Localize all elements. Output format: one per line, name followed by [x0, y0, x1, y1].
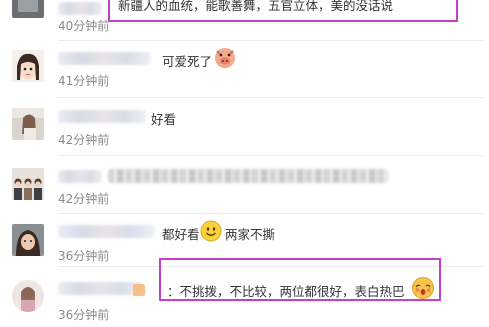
username[interactable] — [58, 110, 146, 123]
timestamp: 36分钟前 — [58, 249, 110, 263]
comment-text: ：不挑拨，不比较，两位都很好，表白热巴 — [167, 284, 405, 299]
username[interactable] — [58, 2, 102, 15]
username[interactable] — [58, 170, 102, 183]
divider — [58, 97, 483, 98]
avatar[interactable] — [12, 280, 44, 312]
divider — [58, 155, 483, 156]
smile-emoji-icon — [200, 220, 222, 246]
comment-item-3: 好看 42分钟前 — [0, 100, 489, 156]
comment-item-1: 新疆人的血统，能歌善舞，五官立体，美的没话说 40分钟前 — [0, 0, 489, 44]
comment-item-2: 可爱死了 41分钟前 — [0, 42, 489, 98]
timestamp: 40分钟前 — [58, 19, 110, 33]
comment-item-6: ：不挑拨，不比较，两位都很好，表白热巴 36分钟前 — [0, 258, 489, 327]
comment-text: 好看 — [151, 112, 177, 127]
comment-item-4: 42分钟前 — [0, 158, 489, 214]
timestamp: 42分钟前 — [58, 133, 110, 147]
timestamp: 41分钟前 — [58, 74, 110, 88]
username[interactable] — [58, 282, 142, 295]
avatar[interactable] — [12, 108, 44, 140]
username[interactable] — [58, 225, 154, 238]
avatar[interactable] — [12, 224, 44, 256]
avatar[interactable] — [12, 168, 44, 200]
comment-text: 可爱死了 — [162, 54, 213, 69]
comment-text — [108, 169, 388, 183]
shy-emoji-icon — [411, 276, 435, 304]
username[interactable] — [58, 52, 150, 65]
avatar[interactable] — [12, 50, 44, 82]
pig-emoji-icon — [214, 47, 236, 73]
divider — [58, 40, 483, 41]
comment-text: 新疆人的血统，能歌善舞，五官立体，美的没话说 — [118, 0, 394, 13]
avatar[interactable] — [12, 0, 44, 18]
divider — [58, 213, 483, 214]
timestamp: 36分钟前 — [58, 308, 110, 322]
badge-icon — [132, 282, 146, 301]
comment-text-part-1: 都好看 — [162, 227, 200, 242]
comment-text-part-2: 两家不撕 — [225, 227, 276, 242]
timestamp: 42分钟前 — [58, 192, 110, 206]
